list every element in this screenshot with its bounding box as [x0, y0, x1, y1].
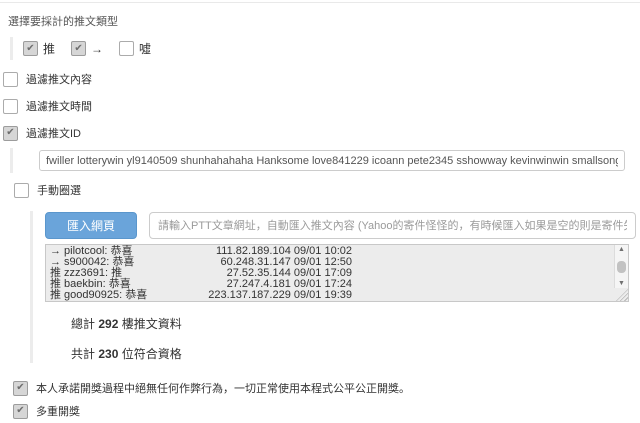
push-type-label-arrow: → [91, 42, 103, 56]
push-type-checkbox-boo[interactable]: ✔ [119, 41, 134, 56]
filter-content-label: 過濾推文內容 [26, 71, 92, 87]
filter-id-row[interactable]: ✔ 過濾推文ID [3, 125, 640, 141]
push-type-option-boo[interactable]: ✔ 噓 [119, 40, 151, 57]
scroll-up-icon[interactable]: ▲ [618, 246, 625, 253]
filter-id-checkbox[interactable]: ✔ [3, 126, 18, 141]
check-icon: ✔ [16, 383, 24, 393]
filter-time-label: 過濾推文時間 [26, 98, 92, 114]
multi-draw-label: 多重開獎 [36, 403, 80, 419]
import-section: 匯入網頁 → pilotcool: 恭喜111.82.189.104 09/01… [30, 211, 640, 363]
filter-content-checkbox[interactable]: ✔ [3, 72, 18, 87]
push-content-textarea[interactable]: → pilotcool: 恭喜111.82.189.104 09/01 10:0… [45, 244, 629, 302]
top-divider [0, 2, 640, 3]
id-filter-group [10, 148, 640, 173]
total-suffix: 樓推文資料 [118, 317, 181, 331]
push-type-label-boo: 噓 [139, 40, 151, 57]
manual-select-row[interactable]: ✔ 手動圈選 [14, 182, 640, 198]
manual-select-label: 手動圈選 [37, 182, 81, 198]
lottery-tool-page: 選擇要採計的推文類型 ✔ 推 ✔ → ✔ 噓 ✔ 過濾推文內容 ✔ 過濾推文時間… [0, 0, 640, 423]
push-type-options: ✔ 推 ✔ → ✔ 噓 [10, 37, 640, 60]
filter-time-row[interactable]: ✔ 過濾推文時間 [3, 98, 640, 114]
multi-draw-checkbox[interactable]: ✔ [13, 404, 28, 419]
article-url-input[interactable] [149, 212, 636, 239]
total-prefix: 總計 [71, 317, 95, 331]
push-type-label-push: 推 [43, 40, 55, 57]
total-count: 292 [98, 317, 118, 331]
textarea-scrollbar[interactable]: ▲ ▼ [614, 245, 628, 288]
fairness-pledge-row[interactable]: ✔ 本人承諾開獎過程中絕無任何作弊行為，一切正常使用本程式公平公正開獎。 [13, 380, 640, 396]
total-pushes-row: 總計 292 樓推文資料 [71, 315, 640, 332]
push-line: 推 good90925: 恭喜223.137.187.229 09/01 19:… [50, 290, 628, 301]
manual-select-checkbox[interactable]: ✔ [14, 183, 29, 198]
multi-draw-row[interactable]: ✔ 多重開獎 [13, 403, 640, 419]
push-type-checkbox-arrow[interactable]: ✔ [71, 41, 86, 56]
push-line-meta: 223.137.187.229 09/01 19:39 [162, 290, 352, 301]
check-icon: ✔ [74, 44, 82, 54]
check-icon: ✔ [6, 128, 14, 138]
import-webpage-button[interactable]: 匯入網頁 [45, 212, 137, 239]
qualified-users-row: 共計 230 位符合資格 [71, 345, 640, 362]
push-lines: → pilotcool: 恭喜111.82.189.104 09/01 10:0… [46, 245, 628, 301]
push-type-section-label: 選擇要採計的推文類型 [8, 13, 640, 29]
import-row: 匯入網頁 [45, 212, 640, 239]
check-icon: ✔ [26, 44, 34, 54]
push-type-option-arrow[interactable]: ✔ → [71, 41, 103, 56]
qualified-count: 230 [98, 347, 118, 361]
scroll-down-icon[interactable]: ▼ [618, 280, 625, 287]
push-line-text: 推 good90925: 恭喜 [50, 290, 162, 301]
fairness-pledge-checkbox[interactable]: ✔ [13, 381, 28, 396]
check-icon: ✔ [16, 406, 24, 416]
qualified-suffix: 位符合資格 [118, 347, 181, 361]
push-type-checkbox-push[interactable]: ✔ [23, 41, 38, 56]
filter-time-checkbox[interactable]: ✔ [3, 99, 18, 114]
filter-id-label: 過濾推文ID [26, 125, 81, 141]
push-type-option-push[interactable]: ✔ 推 [23, 40, 55, 57]
fairness-pledge-label: 本人承諾開獎過程中絕無任何作弊行為，一切正常使用本程式公平公正開獎。 [36, 380, 410, 396]
scrollbar-thumb[interactable] [617, 261, 626, 273]
id-filter-input[interactable] [39, 150, 625, 171]
qualified-prefix: 共計 [71, 347, 95, 361]
filter-content-row[interactable]: ✔ 過濾推文內容 [3, 71, 640, 87]
